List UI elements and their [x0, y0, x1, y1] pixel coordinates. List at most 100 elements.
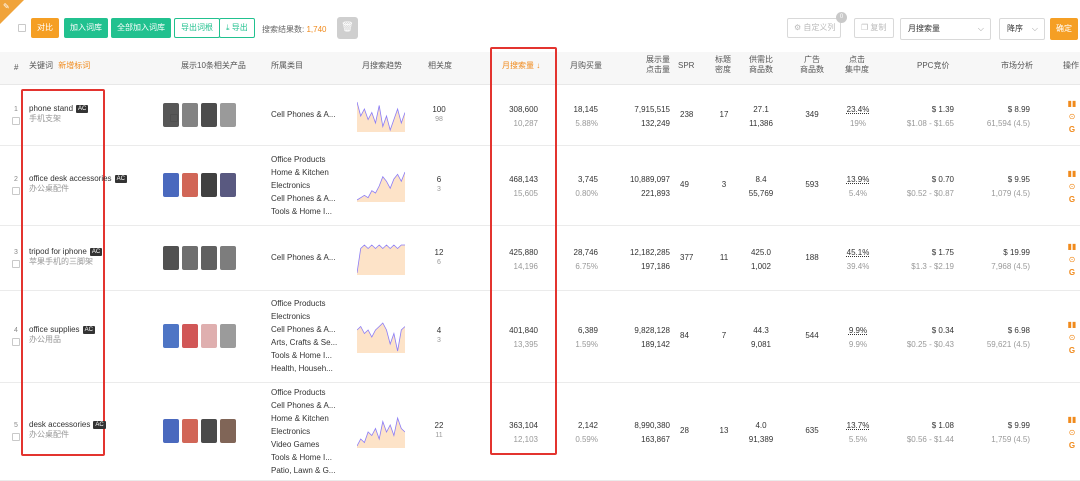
row-checkbox[interactable]	[12, 187, 20, 195]
more-icon[interactable]: ⊙	[1066, 182, 1078, 191]
copy-button[interactable]: ❐ 复制	[854, 18, 894, 38]
header-monthly-purchase[interactable]: 月购买量	[570, 61, 602, 71]
click-conc-sub: 5.5%	[848, 435, 868, 444]
header-supply-demand[interactable]: 供需比 商品数	[748, 55, 774, 75]
market-cell: $ 9.95 1,079 (4.5)	[984, 175, 1030, 199]
click-conc-sub: 19%	[849, 118, 866, 128]
header-ad-products[interactable]: 广告 商品数	[798, 55, 826, 75]
product-thumbnail[interactable]	[220, 173, 236, 197]
export-label: 导出	[231, 23, 248, 32]
product-thumbnail[interactable]	[163, 102, 179, 127]
monthly-purchase-cell: 28,746 6.75%	[568, 248, 598, 272]
search-trend-sparkline[interactable]	[357, 168, 405, 202]
sort-order-select[interactable]: 降序 ⌵	[999, 18, 1045, 40]
row-checkbox[interactable]	[12, 259, 20, 268]
product-thumbnail[interactable]	[182, 419, 198, 443]
clicks-value: 197,186	[641, 261, 670, 271]
product-thumbnail[interactable]	[220, 324, 236, 348]
export-root-button[interactable]: 导出词根	[174, 18, 220, 38]
product-thumbnail[interactable]	[182, 245, 198, 270]
relevance-sub: 3	[437, 186, 441, 193]
header-relevance[interactable]: 相关度	[428, 61, 452, 71]
product-thumbnail[interactable]	[163, 173, 179, 197]
bar-chart-icon[interactable]: ▮▮	[1066, 169, 1078, 178]
bar-chart-icon[interactable]: ▮▮	[1066, 320, 1078, 329]
header-keyword-sublabel[interactable]: 新增标词	[58, 61, 90, 70]
google-icon[interactable]: G	[1066, 125, 1078, 134]
clicks-value: 132,249	[641, 118, 670, 128]
export-button[interactable]: ⤓ 导出	[219, 18, 255, 38]
confirm-button[interactable]: 确定	[1050, 18, 1078, 40]
product-thumbnail[interactable]	[201, 173, 217, 197]
header-supply-demand-line2: 商品数	[749, 65, 773, 74]
row-actions: ▮▮ ⊙ G	[1066, 415, 1078, 454]
market-cell: $ 6.98 59,621 (4.5)	[984, 326, 1030, 350]
header-impressions[interactable]: 展示量 点击量	[640, 55, 670, 75]
click-conc-value[interactable]: 9.9%	[844, 326, 872, 336]
market-price: $ 9.99	[1007, 421, 1030, 430]
more-icon[interactable]: ⊙	[1066, 333, 1078, 342]
product-thumbnail[interactable]	[201, 419, 217, 443]
header-click-concentration[interactable]: 点击 集中度	[843, 55, 871, 75]
impressions-value: 7,915,515	[634, 104, 670, 114]
add-lexicon-button[interactable]: 加入词库	[64, 18, 108, 38]
google-icon[interactable]: G	[1066, 195, 1078, 204]
click-conc-value[interactable]: 13.9%	[844, 175, 872, 185]
supply-ratio-value: 44.3	[753, 326, 769, 335]
more-icon[interactable]: ⊙	[1066, 255, 1078, 264]
monthly-search-value: 363,104	[509, 421, 538, 430]
more-icon[interactable]: ⊙	[1066, 112, 1078, 121]
click-conc-value[interactable]: 23.4%	[844, 105, 872, 115]
search-trend-sparkline[interactable]	[357, 319, 405, 353]
keyword-link[interactable]: desk accessories	[29, 420, 90, 429]
product-thumbnail[interactable]	[201, 245, 217, 270]
product-thumbnail[interactable]	[220, 419, 236, 443]
sort-field-select[interactable]: 月搜索量 ⌵	[900, 18, 991, 40]
keyword-link[interactable]: office supplies	[29, 325, 80, 334]
search-trend-sparkline[interactable]	[357, 414, 405, 448]
google-icon[interactable]: G	[1066, 346, 1078, 355]
delete-button[interactable]: 🗑	[337, 17, 358, 39]
bar-chart-icon[interactable]: ▮▮	[1066, 99, 1078, 108]
product-thumbnail[interactable]	[163, 245, 179, 270]
product-thumbnail[interactable]	[201, 324, 217, 348]
purchase-rate: 1.59%	[575, 340, 598, 349]
google-icon[interactable]: G	[1066, 441, 1078, 450]
add-all-lexicon-button[interactable]: 全部加入词库	[111, 18, 171, 38]
product-thumbnail[interactable]	[182, 102, 198, 127]
impressions-value: 10,889,097	[629, 175, 670, 184]
supply-ratio-value: 8.4	[755, 175, 767, 184]
product-thumbnail[interactable]	[182, 324, 198, 348]
header-show-products: 展示10条相关产品	[181, 61, 246, 70]
header-category: 所属类目	[271, 61, 303, 70]
row-checkbox[interactable]	[12, 433, 20, 441]
product-thumbnail[interactable]	[163, 324, 179, 348]
bar-chart-icon[interactable]: ▮▮	[1066, 415, 1078, 424]
impressions-cell: 7,915,515 132,249	[624, 105, 670, 129]
supply-demand-cell: 8.4 55,769	[745, 175, 777, 199]
select-all-checkbox[interactable]	[18, 24, 26, 32]
market-price: $ 6.98	[1007, 326, 1030, 335]
header-ppc[interactable]: PPC竞价	[917, 61, 949, 71]
product-thumbnail[interactable]	[220, 102, 236, 127]
google-icon[interactable]: G	[1066, 268, 1078, 277]
row-checkbox[interactable]	[12, 338, 20, 346]
keyword-link[interactable]: phone stand	[29, 104, 73, 113]
keyword-link[interactable]: tripod for iphone	[29, 247, 87, 256]
row-checkbox[interactable]	[12, 116, 20, 125]
keyword-link[interactable]: office desk accessories	[29, 174, 112, 183]
header-spr[interactable]: SPR	[678, 61, 694, 71]
compare-button[interactable]: 对比	[31, 18, 59, 38]
click-conc-value[interactable]: 45.1%	[844, 248, 872, 258]
custom-columns-button[interactable]: ⚙ 自定义列	[787, 18, 841, 38]
more-icon[interactable]: ⊙	[1066, 428, 1078, 437]
product-thumbnail[interactable]	[201, 102, 217, 127]
search-trend-sparkline[interactable]	[357, 98, 405, 132]
product-thumbnail[interactable]	[182, 173, 198, 197]
bar-chart-icon[interactable]: ▮▮	[1066, 242, 1078, 251]
header-title-density[interactable]: 标题 密度	[713, 55, 733, 75]
click-conc-value[interactable]: 13.7%	[844, 421, 872, 431]
search-trend-sparkline[interactable]	[357, 241, 405, 275]
product-thumbnail[interactable]	[163, 419, 179, 443]
product-thumbnail[interactable]	[220, 245, 236, 270]
